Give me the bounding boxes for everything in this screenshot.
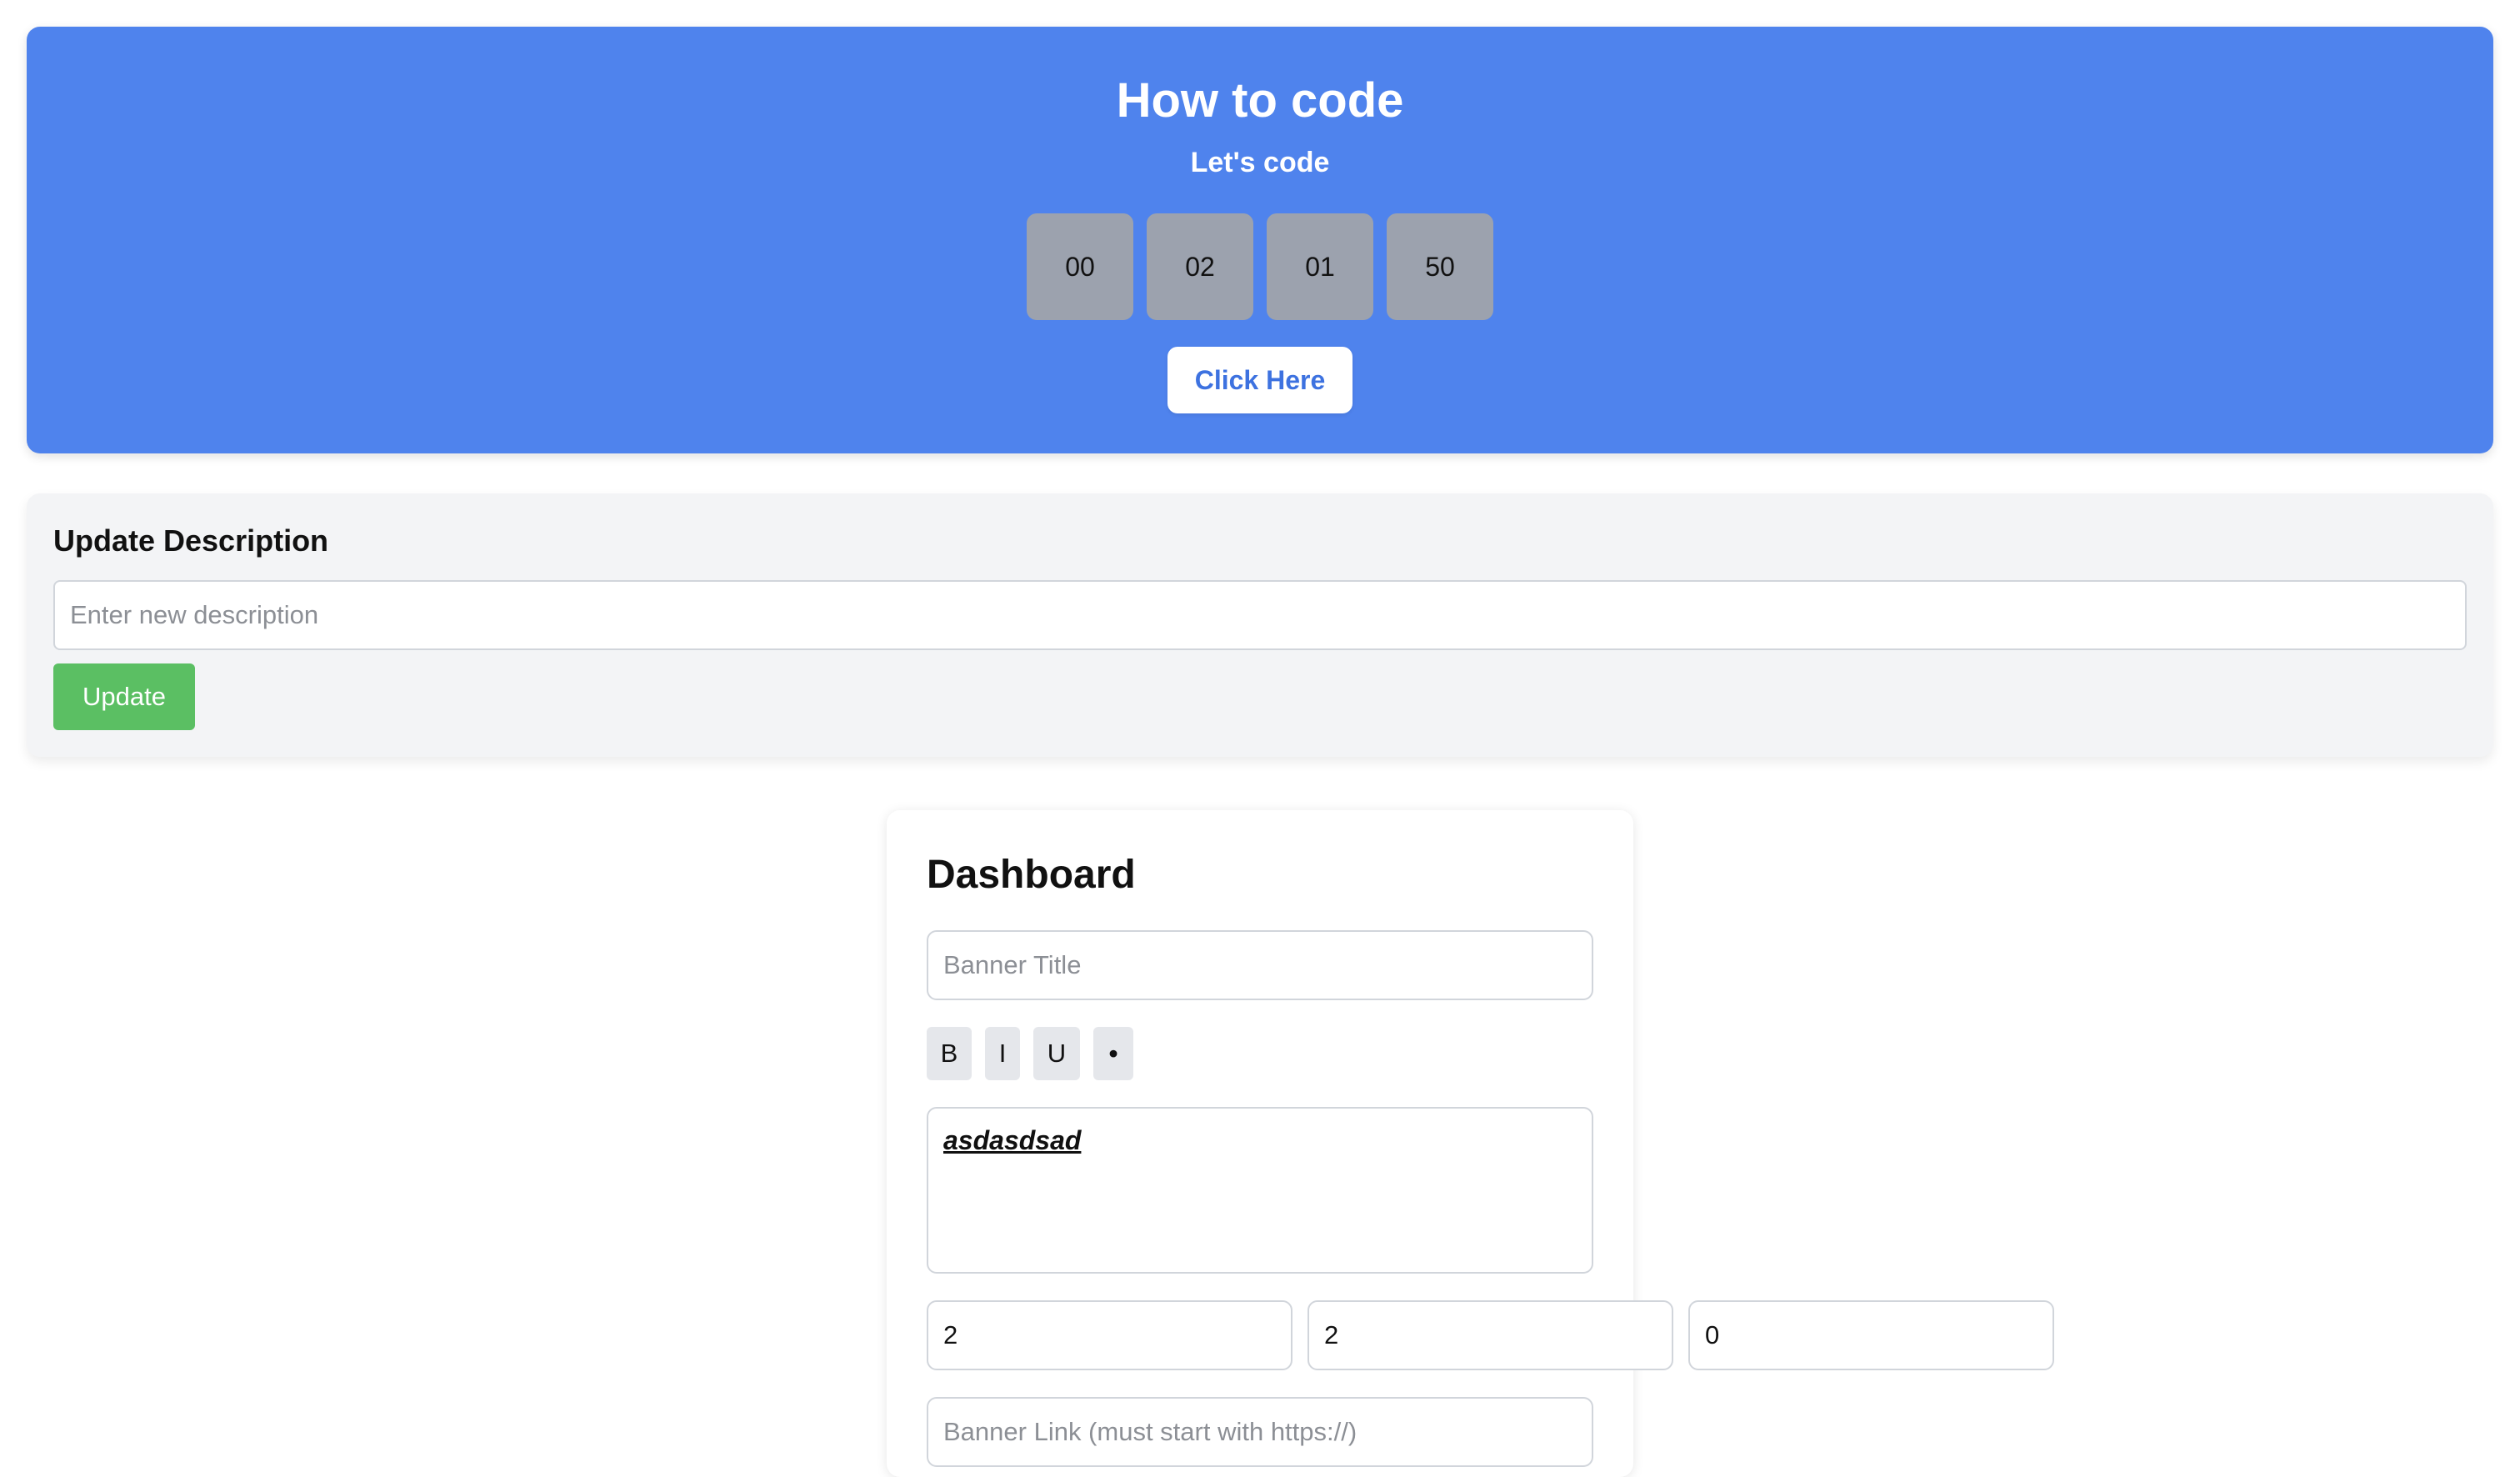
rich-text-editor[interactable]: asdasdsad	[927, 1107, 1593, 1274]
time-field-2[interactable]	[1308, 1300, 1673, 1370]
update-description-panel: Update Description Update	[27, 493, 2493, 757]
update-button[interactable]: Update	[53, 663, 195, 730]
time-field-1[interactable]	[927, 1300, 1292, 1370]
dashboard-title: Dashboard	[927, 853, 1136, 897]
dashboard-card: Dashboard B I U • asdasdsad	[887, 810, 2054, 1477]
countdown-minutes: 01	[1267, 213, 1373, 320]
countdown-hours: 02	[1147, 213, 1253, 320]
update-description-heading: Update Description	[53, 523, 329, 558]
italic-button[interactable]: I	[985, 1027, 1020, 1080]
bullet-list-button[interactable]: •	[1093, 1027, 1133, 1080]
formatting-toolbar: B I U •	[927, 1027, 1133, 1080]
countdown-seconds: 50	[1387, 213, 1493, 320]
countdown-time-fields	[927, 1300, 2054, 1370]
bold-button[interactable]: B	[927, 1027, 972, 1080]
countdown-days: 00	[1027, 213, 1133, 320]
editor-content: asdasdsad	[943, 1125, 1082, 1155]
underline-button[interactable]: U	[1033, 1027, 1080, 1080]
description-input[interactable]	[53, 580, 2467, 650]
click-here-button[interactable]: Click Here	[1168, 347, 1352, 413]
banner-title-input[interactable]	[927, 930, 1593, 1000]
time-field-3[interactable]	[1688, 1300, 2054, 1370]
banner-title: How to code	[1116, 73, 1404, 128]
banner: How to code Let's code 00 02 01 50 Click…	[27, 27, 2493, 453]
banner-subtitle: Let's code	[1190, 147, 1330, 178]
banner-link-input[interactable]	[927, 1397, 1593, 1467]
countdown-timer: 00 02 01 50	[27, 213, 2493, 320]
